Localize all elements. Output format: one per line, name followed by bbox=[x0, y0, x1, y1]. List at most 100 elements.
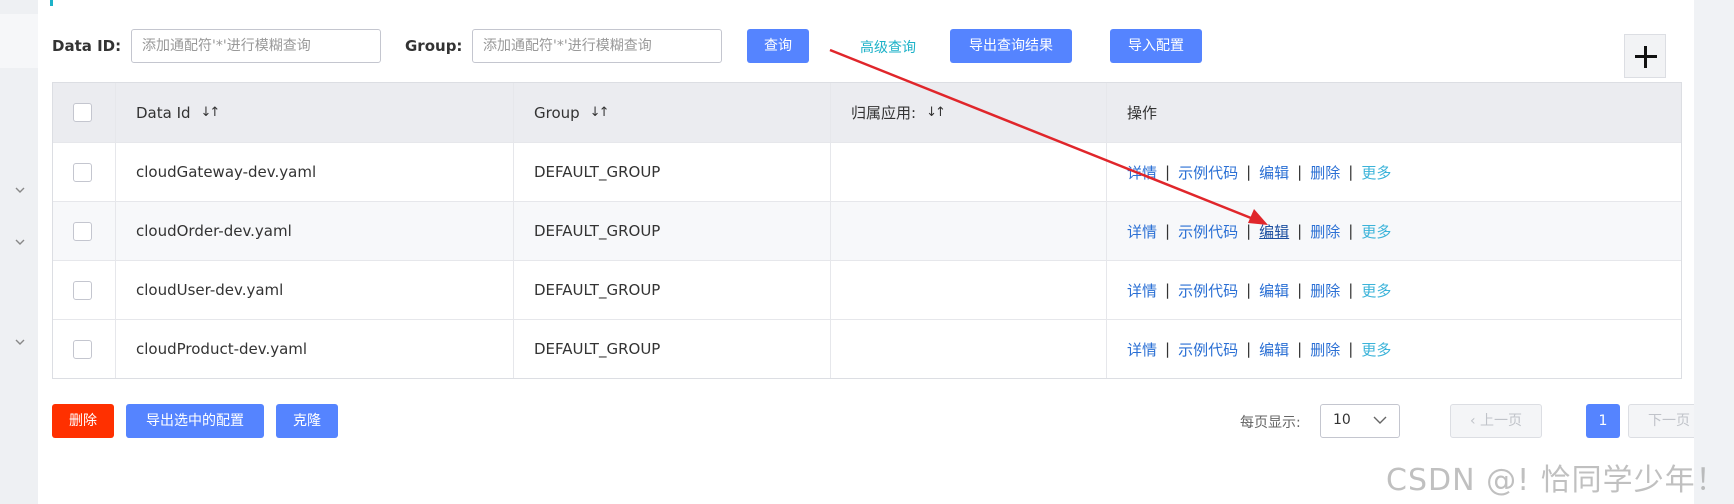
separator: | bbox=[1348, 163, 1354, 181]
table-header-row: Data Id ↓↑ Group ↓↑ 归属应用: ↓↑ 操作 bbox=[53, 83, 1681, 142]
data-id-label: Data ID: bbox=[52, 37, 122, 55]
sidebar-selected-item[interactable] bbox=[0, 14, 38, 68]
sort-icon[interactable]: ↓↑ bbox=[590, 105, 610, 120]
edit-link[interactable]: 编辑 bbox=[1259, 221, 1289, 242]
header-actions: 操作 bbox=[1106, 83, 1683, 142]
actions-cell: 详情 | 示例代码 | 编辑 | 删除 | 更多 bbox=[1106, 143, 1683, 201]
separator: | bbox=[1246, 222, 1252, 240]
more-link[interactable]: 更多 bbox=[1361, 339, 1391, 360]
header-label: Group bbox=[534, 103, 580, 122]
watermark: CSDN @! 恰同学少年！ bbox=[1386, 463, 1727, 498]
separator: | bbox=[1297, 281, 1303, 299]
import-config-button[interactable]: 导入配置 bbox=[1110, 29, 1202, 63]
separator: | bbox=[1246, 163, 1252, 181]
group-label: Group: bbox=[405, 37, 463, 55]
separator: | bbox=[1297, 340, 1303, 358]
header-checkbox-cell bbox=[53, 83, 115, 142]
sample-code-link[interactable]: 示例代码 bbox=[1178, 339, 1238, 360]
separator: | bbox=[1165, 340, 1171, 358]
details-link[interactable]: 详情 bbox=[1127, 280, 1157, 301]
app-cell bbox=[830, 261, 1106, 319]
sort-icon[interactable]: ↓↑ bbox=[201, 105, 221, 120]
group-cell: DEFAULT_GROUP bbox=[513, 261, 830, 319]
delete-link[interactable]: 删除 bbox=[1310, 162, 1340, 183]
clone-button[interactable]: 克隆 bbox=[276, 404, 338, 438]
separator: | bbox=[1297, 222, 1303, 240]
app-cell bbox=[830, 143, 1106, 201]
next-page-label: 下一页 bbox=[1647, 413, 1690, 429]
separator: | bbox=[1165, 281, 1171, 299]
more-link[interactable]: 更多 bbox=[1361, 280, 1391, 301]
separator: | bbox=[1246, 340, 1252, 358]
page-size-value: 10 bbox=[1333, 412, 1351, 428]
row-checkbox[interactable] bbox=[73, 221, 92, 241]
add-config-button[interactable] bbox=[1624, 34, 1666, 78]
page-accent-bar bbox=[50, 0, 53, 6]
chevron-down-icon[interactable] bbox=[14, 236, 26, 248]
row-checkbox[interactable] bbox=[73, 162, 92, 182]
group-cell: DEFAULT_GROUP bbox=[513, 143, 830, 201]
row-checkbox-cell bbox=[53, 320, 115, 378]
sort-icon[interactable]: ↓↑ bbox=[926, 105, 946, 120]
sample-code-link[interactable]: 示例代码 bbox=[1178, 162, 1238, 183]
chevron-left-icon: ‹ bbox=[1469, 413, 1476, 429]
row-checkbox-cell bbox=[53, 261, 115, 319]
row-checkbox[interactable] bbox=[73, 339, 92, 359]
query-button[interactable]: 查询 bbox=[747, 29, 809, 63]
header-app[interactable]: 归属应用: ↓↑ bbox=[830, 83, 1106, 142]
app-cell bbox=[830, 202, 1106, 260]
page-number-current[interactable]: 1 bbox=[1586, 404, 1620, 438]
group-input[interactable]: 添加通配符'*'进行模糊查询 bbox=[472, 29, 722, 63]
edit-link[interactable]: 编辑 bbox=[1259, 162, 1289, 183]
header-label: Data Id bbox=[136, 103, 191, 122]
sample-code-link[interactable]: 示例代码 bbox=[1178, 280, 1238, 301]
table-row: cloudGateway-dev.yaml DEFAULT_GROUP 详情 | … bbox=[53, 142, 1681, 201]
table-row: cloudProduct-dev.yaml DEFAULT_GROUP 详情 | … bbox=[53, 319, 1681, 378]
actions-cell: 详情 | 示例代码 | 编辑 | 删除 | 更多 bbox=[1106, 261, 1683, 319]
table-row: cloudUser-dev.yaml DEFAULT_GROUP 详情 | 示例代… bbox=[53, 260, 1681, 319]
chevron-down-icon[interactable] bbox=[14, 336, 26, 348]
group-cell: DEFAULT_GROUP bbox=[513, 320, 830, 378]
config-table: Data Id ↓↑ Group ↓↑ 归属应用: ↓↑ 操作 cloudGatewa… bbox=[52, 82, 1682, 379]
row-checkbox-cell bbox=[53, 143, 115, 201]
app-cell bbox=[830, 320, 1106, 378]
right-gutter bbox=[1694, 0, 1734, 504]
prev-page-button[interactable]: ‹ 上一页 bbox=[1450, 404, 1542, 438]
separator: | bbox=[1348, 281, 1354, 299]
row-checkbox-cell bbox=[53, 202, 115, 260]
more-link[interactable]: 更多 bbox=[1361, 162, 1391, 183]
select-all-checkbox[interactable] bbox=[73, 103, 92, 122]
details-link[interactable]: 详情 bbox=[1127, 221, 1157, 242]
export-results-button[interactable]: 导出查询结果 bbox=[950, 29, 1072, 63]
delete-link[interactable]: 删除 bbox=[1310, 280, 1340, 301]
header-group[interactable]: Group ↓↑ bbox=[513, 83, 830, 142]
header-label: 操作 bbox=[1127, 104, 1158, 122]
data-id-cell: cloudProduct-dev.yaml bbox=[115, 320, 513, 378]
sample-code-link[interactable]: 示例代码 bbox=[1178, 221, 1238, 242]
delete-link[interactable]: 删除 bbox=[1310, 339, 1340, 360]
export-selected-button[interactable]: 导出选中的配置 bbox=[126, 404, 264, 438]
row-checkbox[interactable] bbox=[73, 280, 92, 300]
edit-link[interactable]: 编辑 bbox=[1259, 339, 1289, 360]
advanced-query-link[interactable]: 高级查询 bbox=[860, 37, 916, 57]
edit-link[interactable]: 编辑 bbox=[1259, 280, 1289, 301]
sidebar bbox=[0, 0, 38, 504]
separator: | bbox=[1297, 163, 1303, 181]
page-size-select[interactable]: 10 bbox=[1320, 404, 1400, 438]
separator: | bbox=[1348, 340, 1354, 358]
data-id-input[interactable]: 添加通配符'*'进行模糊查询 bbox=[131, 29, 381, 63]
header-data-id[interactable]: Data Id ↓↑ bbox=[115, 83, 513, 142]
details-link[interactable]: 详情 bbox=[1127, 162, 1157, 183]
separator: | bbox=[1165, 163, 1171, 181]
chevron-down-icon[interactable] bbox=[14, 184, 26, 196]
details-link[interactable]: 详情 bbox=[1127, 339, 1157, 360]
data-id-cell: cloudOrder-dev.yaml bbox=[115, 202, 513, 260]
delete-link[interactable]: 删除 bbox=[1310, 221, 1340, 242]
delete-button[interactable]: 删除 bbox=[52, 404, 114, 438]
more-link[interactable]: 更多 bbox=[1361, 221, 1391, 242]
header-label: 归属应用: bbox=[851, 104, 917, 122]
chevron-down-icon bbox=[1373, 416, 1387, 424]
data-id-cell: cloudUser-dev.yaml bbox=[115, 261, 513, 319]
actions-cell: 详情 | 示例代码 | 编辑 | 删除 | 更多 bbox=[1106, 202, 1683, 260]
group-cell: DEFAULT_GROUP bbox=[513, 202, 830, 260]
